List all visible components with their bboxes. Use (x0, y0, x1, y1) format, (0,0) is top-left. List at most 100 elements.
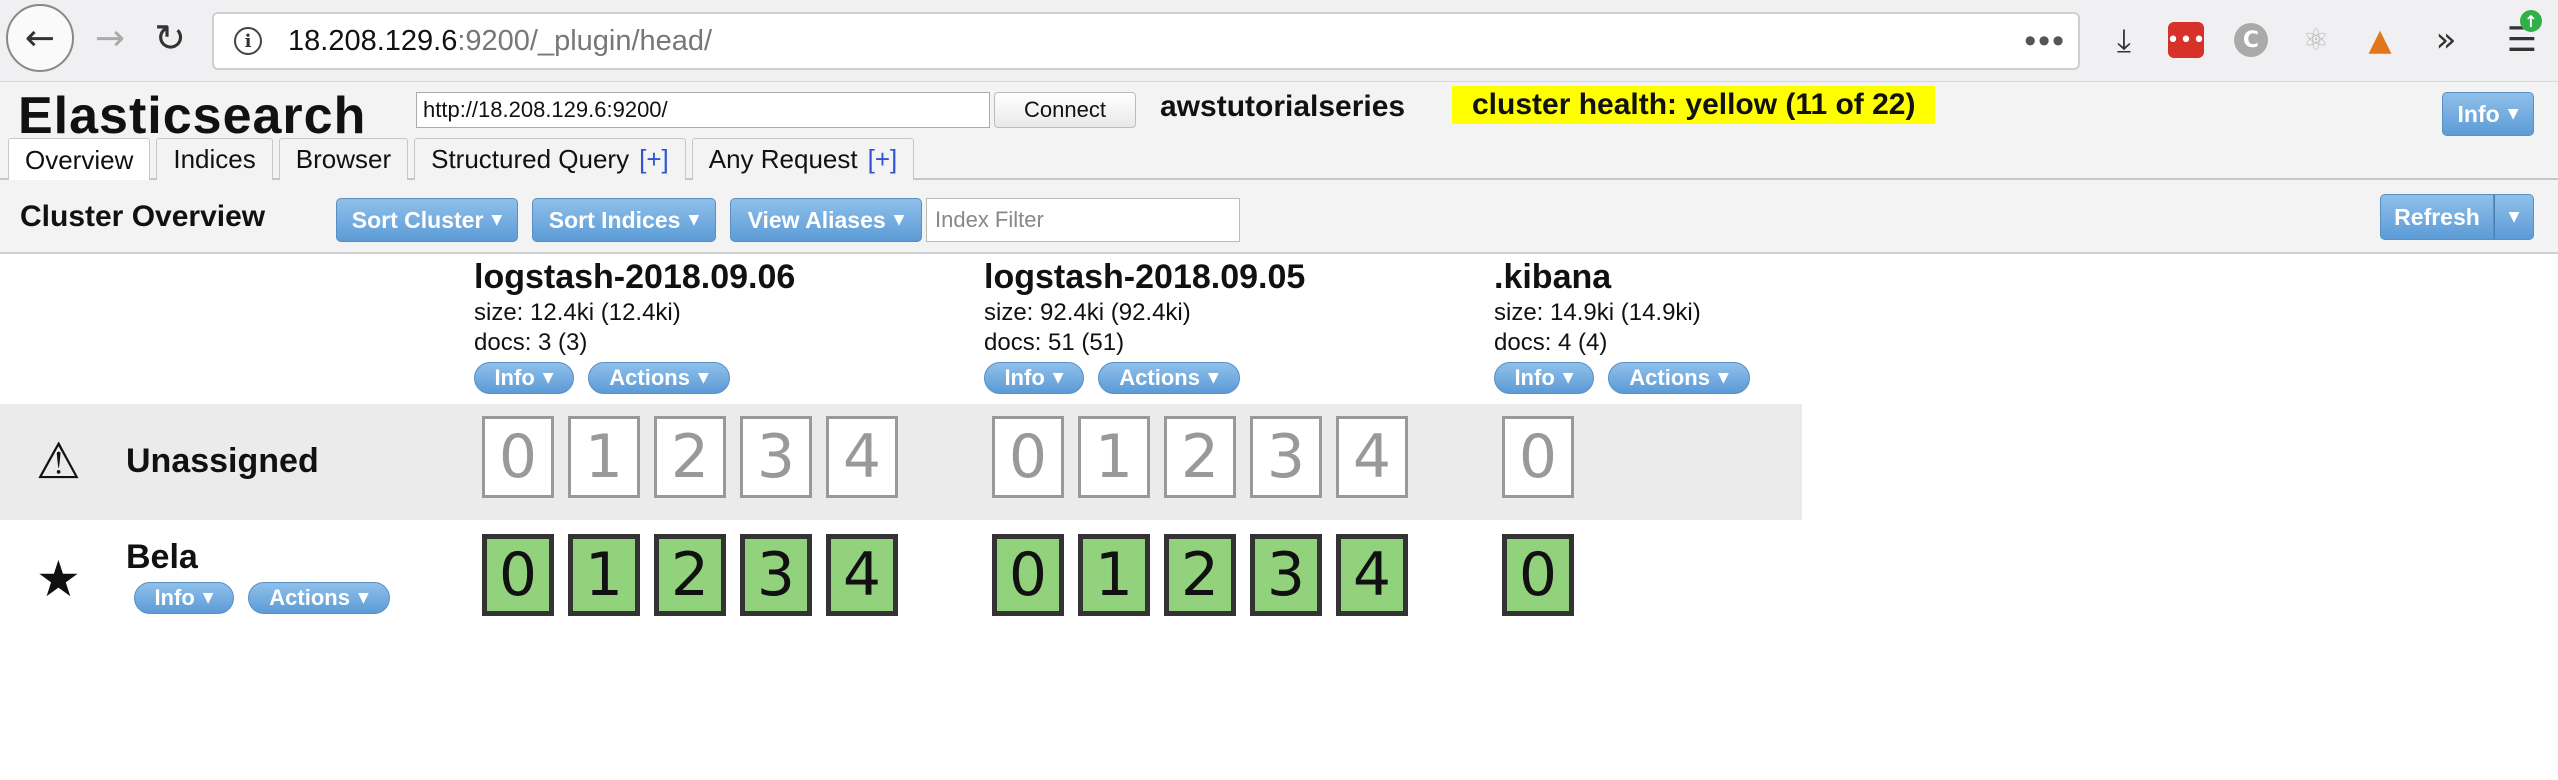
tab-browser[interactable]: Browser (278, 138, 409, 180)
index-actions-button[interactable]: Actions ▼ (1608, 362, 1750, 394)
unassigned-shard[interactable]: 0 (992, 416, 1064, 498)
unassigned-shard[interactable]: 4 (826, 416, 898, 498)
unassigned-shard[interactable]: 2 (654, 416, 726, 498)
cluster-name: awstutorialseries (1160, 90, 1406, 123)
caret-down-icon: ▼ (542, 370, 554, 386)
unassigned-label: Unassigned (126, 442, 319, 480)
started-shard[interactable]: 0 (482, 534, 554, 616)
index-docs: docs: 4 (4) (1494, 329, 1608, 356)
refresh-interval-dropdown[interactable]: ▼ (2494, 194, 2534, 240)
index-info-label: Info (494, 365, 535, 390)
warning-icon: ⚠ (36, 432, 81, 490)
unassigned-shard[interactable]: 4 (1336, 416, 1408, 498)
started-shard[interactable]: 4 (826, 534, 898, 616)
sort-indices-button[interactable]: Sort Indices ▼ (532, 198, 716, 242)
caret-down-icon: ▼ (2507, 106, 2519, 122)
tab-indices[interactable]: Indices (156, 138, 273, 180)
metamask-fox-icon[interactable]: ▲ (2360, 20, 2400, 60)
started-shard[interactable]: 3 (740, 534, 812, 616)
started-shard[interactable]: 0 (992, 534, 1064, 616)
started-shard[interactable]: 3 (1250, 534, 1322, 616)
node-actions-button[interactable]: Actions ▼ (248, 582, 390, 614)
tab-overview[interactable]: Overview (8, 138, 151, 182)
tab-label: Overview (25, 145, 134, 175)
node-info-label: Info (154, 585, 195, 610)
node-row: ★ Bela Info ▼ Actions ▼ 0 1 2 3 4 0 1 2 3 … (0, 520, 1802, 640)
tab-label: Any Request (708, 144, 858, 174)
app-header: Elasticsearch Connect awstutorialseries … (0, 82, 2558, 182)
tab-any-request[interactable]: Any Request [+] (691, 138, 915, 180)
tab-label: Structured Query (431, 144, 630, 174)
index-filter-input[interactable] (926, 198, 1240, 242)
tab-bar: Overview Indices Browser Structured Quer… (8, 138, 920, 182)
tab-plus[interactable]: [+] (639, 144, 669, 175)
index-actions-button[interactable]: Actions ▼ (1098, 362, 1240, 394)
index-actions-button[interactable]: Actions ▼ (588, 362, 730, 394)
index-info-button[interactable]: Info ▼ (984, 362, 1084, 394)
view-aliases-button[interactable]: View Aliases ▼ (730, 198, 922, 242)
index-info-button[interactable]: Info ▼ (474, 362, 574, 394)
header-info-button[interactable]: Info ▼ (2442, 92, 2534, 136)
index-name: .kibana (1494, 258, 1612, 296)
sort-cluster-button[interactable]: Sort Cluster ▼ (336, 198, 518, 242)
caret-down-icon: ▼ (893, 212, 905, 228)
index-actions-label: Actions (1629, 365, 1710, 390)
connect-button[interactable]: Connect (994, 92, 1136, 128)
started-shard[interactable]: 2 (1164, 534, 1236, 616)
forward-arrow-icon[interactable]: → (88, 16, 132, 60)
page-actions-icon[interactable]: ••• (2024, 22, 2066, 61)
site-info-icon[interactable]: i (234, 27, 262, 55)
index-docs: docs: 3 (3) (474, 329, 588, 356)
app-title: Elasticsearch (18, 87, 367, 145)
download-icon[interactable]: ⤓ (2104, 20, 2144, 60)
connect-url-input[interactable] (416, 92, 990, 128)
started-shard[interactable]: 2 (654, 534, 726, 616)
index-header: .kibana size: 14.9ki (14.9ki) docs: 4 (4… (1494, 256, 1750, 394)
started-shard[interactable]: 1 (568, 534, 640, 616)
node-actions-label: Actions (269, 585, 350, 610)
node-info-button[interactable]: Info ▼ (134, 582, 234, 614)
overflow-chevron-icon[interactable]: » (2426, 20, 2466, 60)
react-icon[interactable]: ⚛ (2296, 20, 2336, 60)
master-star-icon: ★ (36, 550, 81, 608)
caret-down-icon: ▼ (688, 212, 700, 228)
url-text[interactable]: 18.208.129.6:9200/_plugin/head/ (288, 25, 712, 58)
caret-down-icon: ▼ (2508, 209, 2520, 225)
started-shard[interactable]: 4 (1336, 534, 1408, 616)
unassigned-shard[interactable]: 1 (568, 416, 640, 498)
index-info-label: Info (1004, 365, 1045, 390)
caret-down-icon: ▼ (357, 590, 369, 606)
unassigned-row: ⚠ Unassigned 0 1 2 3 4 0 1 2 3 4 0 (0, 404, 1802, 520)
index-size: size: 14.9ki (14.9ki) (1494, 299, 1701, 326)
reload-icon[interactable]: ↻ (148, 16, 192, 60)
started-shard[interactable]: 0 (1502, 534, 1574, 616)
header-info-label: Info (2457, 100, 2500, 127)
sort-indices-label: Sort Indices (548, 206, 681, 233)
index-name: logstash-2018.09.06 (474, 258, 796, 296)
index-info-button[interactable]: Info ▼ (1494, 362, 1594, 394)
extension-c-icon[interactable]: C (2234, 23, 2268, 57)
browser-toolbar: ← → ↻ i 18.208.129.6:9200/_plugin/head/ … (0, 0, 2558, 82)
unassigned-shard[interactable]: 0 (1502, 416, 1574, 498)
refresh-button[interactable]: Refresh (2380, 194, 2494, 240)
view-aliases-label: View Aliases (747, 206, 886, 233)
unassigned-shard[interactable]: 1 (1078, 416, 1150, 498)
address-bar[interactable]: i 18.208.129.6:9200/_plugin/head/ ••• (212, 12, 2080, 70)
index-docs: docs: 51 (51) (984, 329, 1125, 356)
index-size: size: 92.4ki (92.4ki) (984, 299, 1191, 326)
url-path: :9200/_plugin/head/ (457, 24, 713, 57)
back-arrow-icon[interactable]: ← (6, 4, 74, 72)
tab-plus[interactable]: [+] (868, 144, 898, 175)
unassigned-shard[interactable]: 3 (740, 416, 812, 498)
unassigned-shard[interactable]: 0 (482, 416, 554, 498)
index-header: logstash-2018.09.05 size: 92.4ki (92.4ki… (984, 256, 1305, 394)
index-name: logstash-2018.09.05 (984, 258, 1306, 296)
index-actions-label: Actions (1119, 365, 1200, 390)
caret-down-icon: ▼ (1207, 370, 1219, 386)
unassigned-shard[interactable]: 3 (1250, 416, 1322, 498)
unassigned-shard[interactable]: 2 (1164, 416, 1236, 498)
caret-down-icon: ▼ (697, 370, 709, 386)
started-shard[interactable]: 1 (1078, 534, 1150, 616)
tab-structured-query[interactable]: Structured Query [+] (414, 138, 686, 180)
extension-icon[interactable]: ••• (2167, 22, 2205, 58)
